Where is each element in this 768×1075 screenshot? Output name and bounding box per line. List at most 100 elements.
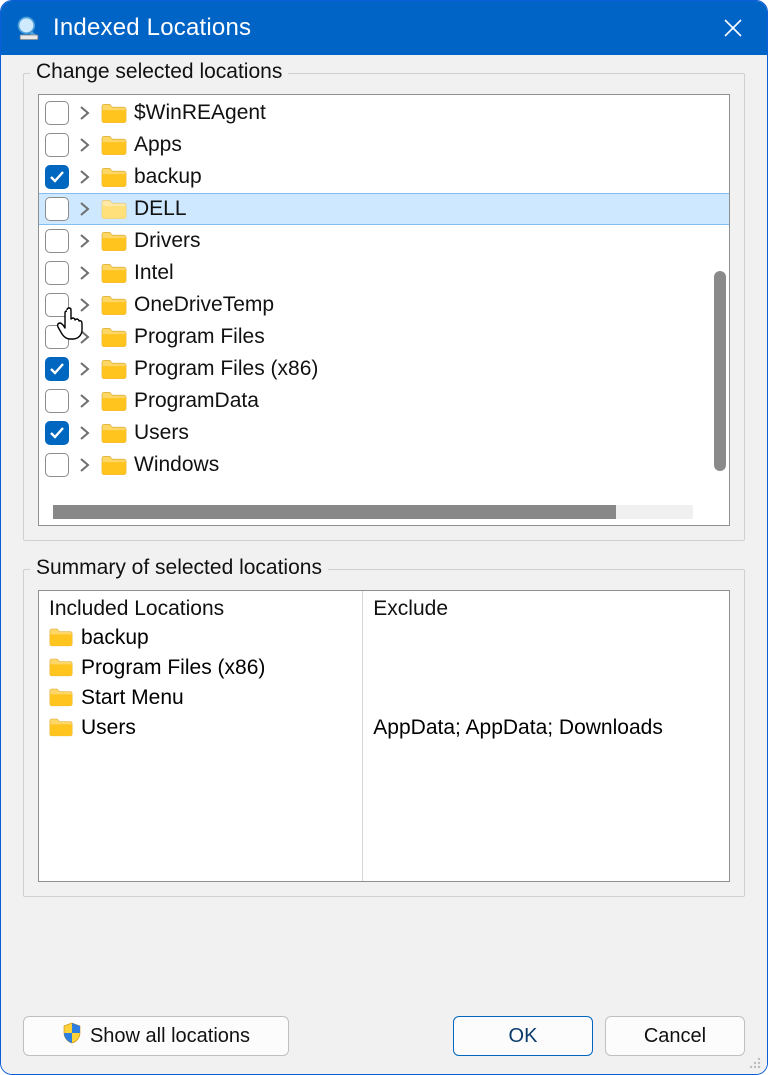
change-locations-label: Change selected locations	[30, 60, 288, 84]
summary-included-column: Included Locations backupProgram Files (…	[39, 591, 363, 881]
tree-row-label: OneDriveTemp	[134, 293, 274, 317]
folder-icon	[101, 102, 127, 124]
horizontal-scrollbar[interactable]	[53, 505, 693, 519]
chevron-right-icon[interactable]	[76, 360, 94, 378]
summary-exclude-column: Exclude AppData; AppData; Downloads	[363, 591, 729, 881]
chevron-right-icon[interactable]	[76, 456, 94, 474]
folder-icon	[49, 627, 75, 649]
tree-row-label: Program Files (x86)	[134, 357, 318, 381]
location-checkbox[interactable]	[45, 421, 69, 445]
tree-row[interactable]: OneDriveTemp	[39, 289, 729, 321]
horizontal-scrollbar-thumb[interactable]	[53, 505, 616, 519]
chevron-right-icon[interactable]	[76, 264, 94, 282]
tree-row[interactable]: ProgramData	[39, 385, 729, 417]
tree-row[interactable]: Program Files	[39, 321, 729, 353]
summary-exclude-item	[373, 683, 719, 713]
chevron-right-icon[interactable]	[76, 232, 94, 250]
tree-row[interactable]: $WinREAgent	[39, 97, 729, 129]
ok-button[interactable]: OK	[453, 1016, 593, 1056]
summary-included-item[interactable]: Users	[49, 713, 352, 743]
summary-label: Summary of selected locations	[30, 556, 328, 580]
resize-grip-icon[interactable]	[745, 1052, 761, 1068]
location-checkbox[interactable]	[45, 453, 69, 477]
location-checkbox[interactable]	[45, 325, 69, 349]
summary-exclude-item: AppData; AppData; Downloads	[373, 713, 719, 743]
tree-row[interactable]: DELL	[39, 193, 729, 225]
folder-icon	[101, 454, 127, 476]
tree-row-label: Windows	[134, 453, 219, 477]
show-all-locations-button[interactable]: Show all locations	[23, 1016, 289, 1056]
summary-item-label: Start Menu	[81, 686, 184, 710]
location-checkbox[interactable]	[45, 101, 69, 125]
chevron-right-icon[interactable]	[76, 424, 94, 442]
tree-row[interactable]: Windows	[39, 449, 729, 481]
locations-tree[interactable]: $WinREAgent Apps backup DELL Drivers Intel One…	[38, 94, 730, 526]
tree-row-label: Intel	[134, 261, 174, 285]
folder-icon	[101, 134, 127, 156]
summary-item-label: backup	[81, 626, 149, 650]
tree-row-label: Drivers	[134, 229, 201, 253]
tree-row[interactable]: backup	[39, 161, 729, 193]
location-checkbox[interactable]	[45, 133, 69, 157]
location-checkbox[interactable]	[45, 357, 69, 381]
summary-item-label: Users	[81, 716, 136, 740]
chevron-right-icon[interactable]	[76, 104, 94, 122]
summary-included-item[interactable]: Program Files (x86)	[49, 653, 352, 683]
change-locations-group: Change selected locations $WinREAgentApp…	[23, 73, 745, 541]
tree-row-label: Users	[134, 421, 189, 445]
chevron-right-icon[interactable]	[76, 328, 94, 346]
chevron-right-icon[interactable]	[76, 296, 94, 314]
folder-icon	[101, 230, 127, 252]
ok-label: OK	[509, 1025, 538, 1048]
window-title: Indexed Locations	[53, 14, 709, 42]
location-checkbox[interactable]	[45, 197, 69, 221]
folder-icon	[101, 262, 127, 284]
chevron-right-icon[interactable]	[76, 168, 94, 186]
location-checkbox[interactable]	[45, 229, 69, 253]
tree-row[interactable]: Program Files (x86)	[39, 353, 729, 385]
chevron-right-icon[interactable]	[76, 136, 94, 154]
folder-icon	[49, 717, 75, 739]
indexing-options-icon	[15, 14, 43, 42]
summary-included-item[interactable]: Start Menu	[49, 683, 352, 713]
summary-included-item[interactable]: backup	[49, 623, 352, 653]
tree-row[interactable]: Drivers	[39, 225, 729, 257]
summary-table: Included Locations backupProgram Files (…	[38, 590, 730, 882]
summary-group: Summary of selected locations Included L…	[23, 569, 745, 897]
summary-exclude-item	[373, 653, 719, 683]
button-row: Show all locations OK Cancel	[23, 1016, 745, 1056]
tree-row-label: ProgramData	[134, 389, 259, 413]
tree-row[interactable]: Users	[39, 417, 729, 449]
cancel-button[interactable]: Cancel	[605, 1016, 745, 1056]
summary-exclude-item	[373, 623, 719, 653]
folder-icon	[101, 294, 127, 316]
location-checkbox[interactable]	[45, 165, 69, 189]
tree-row-label: DELL	[134, 197, 187, 221]
folder-icon	[101, 422, 127, 444]
location-checkbox[interactable]	[45, 389, 69, 413]
folder-icon	[49, 657, 75, 679]
show-all-locations-label: Show all locations	[90, 1025, 250, 1048]
folder-icon	[101, 198, 127, 220]
shield-icon	[62, 1022, 82, 1050]
tree-row-label: Program Files	[134, 325, 265, 349]
chevron-right-icon[interactable]	[76, 392, 94, 410]
tree-row[interactable]: Apps	[39, 129, 729, 161]
folder-icon	[101, 166, 127, 188]
cancel-label: Cancel	[644, 1025, 706, 1048]
folder-icon	[101, 358, 127, 380]
chevron-right-icon[interactable]	[76, 200, 94, 218]
tree-row-label: backup	[134, 165, 202, 189]
close-button[interactable]	[709, 4, 757, 52]
summary-item-label: Program Files (x86)	[81, 656, 265, 680]
tree-row-label: $WinREAgent	[134, 101, 266, 125]
exclude-header: Exclude	[373, 597, 719, 621]
folder-icon	[49, 687, 75, 709]
location-checkbox[interactable]	[45, 261, 69, 285]
titlebar: Indexed Locations	[1, 1, 767, 55]
vertical-scrollbar-thumb[interactable]	[714, 271, 726, 471]
folder-icon	[101, 326, 127, 348]
location-checkbox[interactable]	[45, 293, 69, 317]
tree-row[interactable]: Intel	[39, 257, 729, 289]
folder-icon	[101, 390, 127, 412]
